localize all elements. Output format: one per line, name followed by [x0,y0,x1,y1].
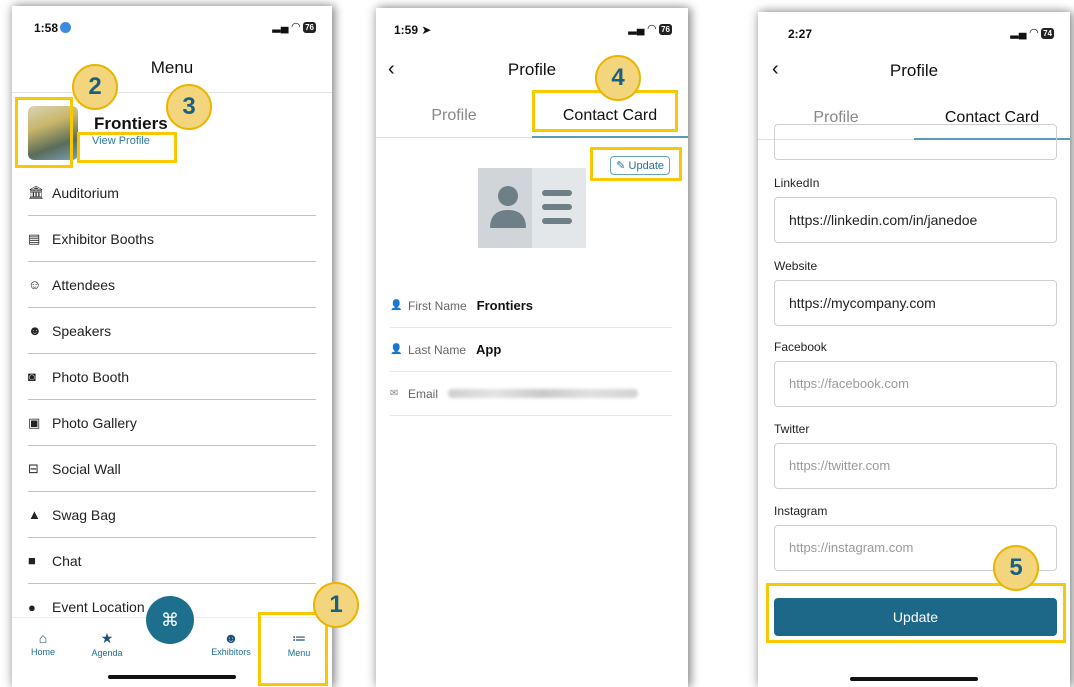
status-icons: ▂▄ ◠ 74 [1010,27,1054,39]
location-active-icon [60,22,72,33]
menu-item-photo-gallery[interactable]: ▣ Photo Gallery [28,400,316,446]
menu-item-social-wall[interactable]: ⊟ Social Wall [28,446,316,492]
email-value-redacted [448,389,639,398]
menu-item-label: Event Location [52,599,145,615]
highlight-update-chip [590,147,682,181]
highlight-avatar [15,97,73,168]
facebook-label: Facebook [774,340,827,354]
step-badge-2: 2 [72,64,118,110]
speakers-icon: ☻ [28,323,42,338]
menu-item-exhibitor-booths[interactable]: ▤ Exhibitor Booths [28,216,316,262]
step-badge-1: 1 [313,582,359,628]
twitter-input[interactable]: https://twitter.com [774,443,1057,489]
contact-card-icon [478,168,586,248]
menu-item-photo-booth[interactable]: ◙ Photo Booth [28,354,316,400]
last-name-row: 👤 Last Name App [390,328,672,372]
tab-home[interactable]: ⌂ Home [18,630,68,657]
chat-icon: ■ [28,553,36,568]
website-input[interactable]: https://mycompany.com [774,280,1057,326]
status-time: 2:27 [788,27,813,41]
home-indicator [108,675,236,679]
menu-item-chat[interactable]: ■ Chat [28,538,316,584]
battery-icon: 76 [659,23,672,35]
menu-item-label: Photo Gallery [52,414,137,431]
photo-gallery-icon: ▣ [28,414,41,430]
exhibitors-icon: ☻ [223,630,239,646]
status-icons: ▂▄ ◠ 76 [272,21,316,33]
attendees-icon: ☺ [28,277,42,292]
instagram-label: Instagram [774,504,828,518]
menu-item-label: Swag Bag [52,506,116,523]
menu-item-speakers[interactable]: ☻ Speakers [28,308,316,354]
menu-list: 🏛 Auditorium ▤ Exhibitor Booths ☺ Attendees… [28,170,316,630]
step-badge-5: 5 [993,545,1039,591]
tab-exhibitors[interactable]: ☻ Exhibitors [206,630,256,657]
previous-field-input[interactable] [774,124,1057,160]
battery-icon: 76 [303,21,316,33]
location-pin-icon: ● [28,599,36,615]
person-icon: 👤 [390,300,403,311]
twitter-label: Twitter [774,422,810,436]
tutorial-stage: 1:58 ▂▄ ◠ 76 Menu Frontiers View Profile… [0,0,1074,687]
menu-item-label: Attendees [52,276,116,293]
camera-icon: ◙ [28,369,36,384]
swag-bag-icon: ▲ [28,507,41,522]
star-icon: ★ [100,630,114,646]
status-time: 1:59 ➤ [394,23,432,37]
mail-icon: ✉ [390,388,399,399]
first-name-row: 👤 First Name Frontiers [390,284,672,328]
menu-item-label: Auditorium [52,184,119,201]
battery-icon: 74 [1041,27,1054,39]
auditorium-icon: 🏛 [28,184,45,200]
status-icons: ▂▄ ◠ 76 [628,23,672,35]
profile-name: Frontiers [94,114,168,133]
field-label: First Name [408,298,467,313]
highlight-menu-tab [258,612,328,686]
status-bar: 2:27 ▂▄ ◠ 74 [758,12,1070,50]
menu-item-swag-bag[interactable]: ▲ Swag Bag [28,492,316,538]
website-label: Website [774,259,818,273]
home-indicator [850,677,978,681]
menu-item-label: Chat [52,552,82,569]
qr-scan-icon: ⌘ [161,610,179,630]
qr-scan-button[interactable]: ⌘ [146,596,194,644]
tab-profile[interactable]: Profile [376,94,532,138]
page-title: Profile [889,61,939,80]
home-icon: ⌂ [38,630,48,646]
social-wall-icon: ⊟ [28,460,39,476]
field-value: App [476,342,502,357]
linkedin-input[interactable]: https://linkedin.com/in/janedoe [774,197,1057,243]
field-value: Frontiers [476,298,534,313]
linkedin-label: LinkedIn [774,176,820,190]
menu-item-auditorium[interactable]: 🏛 Auditorium [28,170,316,216]
page-title: Profile [507,60,557,79]
person-icon: 👤 [390,344,403,355]
field-label: Last Name [408,342,467,357]
email-row: ✉ Email [390,372,672,416]
menu-item-label: Exhibitor Booths [52,230,154,247]
highlight-view-profile [77,132,177,163]
menu-item-label: Photo Booth [52,368,130,385]
exhibitor-booths-icon: ▤ [28,230,41,246]
step-badge-3: 3 [166,84,212,130]
status-time: 1:58 [34,21,72,35]
tab-agenda[interactable]: ★ Agenda [82,630,132,658]
status-bar: 1:58 ▂▄ ◠ 76 [12,6,332,44]
field-label: Email [408,386,439,401]
facebook-input[interactable]: https://facebook.com [774,361,1057,407]
menu-item-label: Social Wall [52,460,121,477]
step-badge-4: 4 [595,55,641,101]
highlight-update-button [766,583,1066,643]
menu-item-attendees[interactable]: ☺ Attendees [28,262,316,308]
menu-item-label: Speakers [52,322,112,339]
status-bar: 1:59 ➤ ▂▄ ◠ 76 [376,8,688,46]
page-title: Menu [150,58,194,77]
